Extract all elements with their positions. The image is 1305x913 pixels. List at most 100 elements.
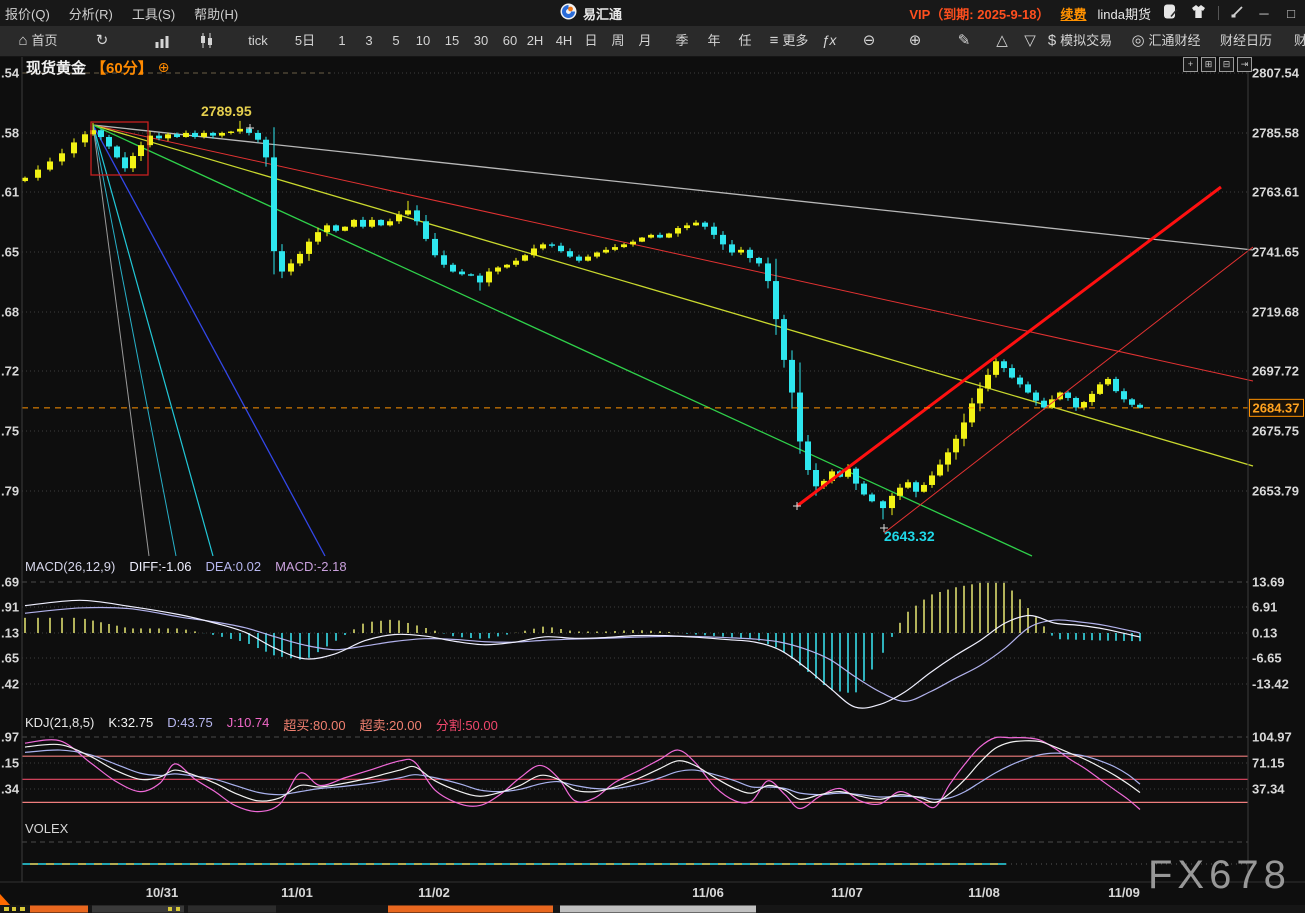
menu-analysis[interactable]: 分析(R) [69, 4, 113, 23]
toolbar-more[interactable]: ≡更多 [770, 26, 809, 55]
toolbar-period-month[interactable]: 月 [638, 26, 651, 55]
toolbar-calendar[interactable]: 财经日历 [1220, 26, 1272, 55]
period-week-label: 周 [611, 26, 624, 55]
theme-shirt-icon[interactable] [1190, 4, 1207, 22]
instrument-period[interactable]: 【60分】 [91, 57, 153, 78]
taskbar-segment[interactable] [560, 906, 756, 913]
period-30-label: 30 [474, 26, 488, 55]
svg-text:.58: .58 [1, 126, 19, 141]
toolbar-period-2h[interactable]: 2H [527, 26, 544, 55]
refresh-icon: ↻ [96, 26, 109, 55]
svg-text:.42: .42 [1, 677, 19, 692]
chart-canvas[interactable]: 2684.372807.54.542785.58.582763.61.61274… [0, 0, 1305, 913]
menu-bar: 报价(Q) 分析(R) 工具(S) 帮助(H) 易汇通 VIP（到期: 2025… [0, 0, 1305, 27]
taskbar-segment[interactable] [388, 906, 553, 913]
svg-text:13.69: 13.69 [1252, 575, 1285, 590]
svg-text:71.15: 71.15 [1252, 756, 1285, 771]
svg-text:.34: .34 [1, 782, 20, 797]
candle-chart-icon [199, 33, 215, 48]
svg-text:-13.42: -13.42 [1252, 677, 1289, 692]
toolbar-period-5[interactable]: 5 [392, 26, 399, 55]
toolbar-triangle-up[interactable]: △ [996, 26, 1008, 55]
gann-red [93, 125, 1253, 381]
svg-text:2785.58: 2785.58 [1252, 126, 1299, 141]
menu-tools[interactable]: 工具(S) [132, 4, 175, 23]
renew-link[interactable]: 续费 [1061, 4, 1087, 23]
toolbar-period-30[interactable]: 30 [474, 26, 488, 55]
instrument-name[interactable]: 现货黄金 [26, 57, 86, 78]
app-title-group: 易汇通 [560, 0, 622, 26]
toolbar-huitong-finance[interactable]: ◎汇通财经 [1131, 26, 1200, 55]
toolbar-fx-indicator[interactable]: ƒx [822, 26, 837, 55]
pan-icon[interactable]: + [1183, 57, 1198, 72]
toolbar-tick[interactable]: tick [248, 26, 268, 55]
toolbar-period-year[interactable]: 年 [707, 26, 720, 55]
toolbar-period-15[interactable]: 15 [445, 26, 459, 55]
toolbar-bar-chart[interactable] [155, 26, 170, 55]
period-5-label: 5 [392, 26, 399, 55]
svg-text:.13: .13 [1, 626, 19, 641]
kdj-panel: 104.97.9771.15.1537.34.34 [1, 730, 1292, 812]
toolbar-zoom-in[interactable]: ⊕ [909, 26, 922, 55]
taskbar-segment[interactable] [188, 906, 276, 913]
svg-text:104.97: 104.97 [1252, 730, 1292, 745]
fx678-watermark: FX678 [1148, 853, 1291, 898]
toolbar-period-week[interactable]: 周 [611, 26, 624, 55]
toolbar-candle-chart[interactable] [199, 26, 215, 55]
toolbar-triangle-down[interactable]: ▽ [1024, 26, 1036, 55]
taskbar-segment[interactable] [30, 906, 88, 913]
sim-trading-label: 模拟交易 [1060, 26, 1112, 55]
toolbar-period-custom[interactable]: 任 [738, 26, 751, 55]
svg-text:2697.72: 2697.72 [1252, 364, 1299, 379]
add-pane-icon[interactable]: ⊞ [1201, 57, 1216, 72]
toolbar-period-10[interactable]: 10 [416, 26, 430, 55]
toolbar-period-60[interactable]: 60 [503, 26, 517, 55]
toolbar-period-4h[interactable]: 4H [556, 26, 573, 55]
toolbar-sim-trading[interactable]: $模拟交易 [1048, 26, 1112, 55]
toolbar-refresh[interactable]: ↻ [96, 26, 109, 55]
menu-help[interactable]: 帮助(H) [194, 4, 238, 23]
volex-label[interactable]: VOLEX [25, 821, 68, 836]
account-name[interactable]: linda期货 [1098, 4, 1151, 23]
float-window-icon[interactable] [1230, 4, 1245, 22]
taskbar-notch [0, 894, 10, 905]
toolbar-period-day[interactable]: 日 [584, 26, 597, 55]
toolbar-period-3[interactable]: 3 [365, 26, 372, 55]
menu-quotes[interactable]: 报价(Q) [5, 4, 50, 23]
toolbar-draw[interactable]: ✎ [958, 26, 971, 55]
panel-borders [22, 57, 1248, 882]
triangle-down-icon: ▽ [1024, 26, 1036, 55]
kdj-params-row: KDJ(21,8,5) K:32.75 D:43.75 J:10.74 超买:8… [25, 715, 498, 734]
period-year-label: 年 [707, 26, 720, 55]
zoom-out-icon: ⊖ [863, 26, 876, 55]
toolbar-period-quarter[interactable]: 季 [675, 26, 688, 55]
svg-text:.61: .61 [1, 185, 19, 200]
svg-text:2675.75: 2675.75 [1252, 424, 1299, 439]
remove-pane-icon[interactable]: ⊟ [1219, 57, 1234, 72]
notes-icon[interactable] [1162, 3, 1179, 23]
bar-chart-icon [155, 34, 170, 48]
svg-text:.75: .75 [1, 424, 19, 439]
date-label: 11/06 [692, 885, 724, 900]
toolbar-period-1[interactable]: 1 [338, 26, 345, 55]
svg-text:6.91: 6.91 [1252, 600, 1277, 615]
toolbar-zoom-out[interactable]: ⊖ [863, 26, 876, 55]
toolbar-home[interactable]: ⌂首页 [18, 26, 57, 55]
kdj-j-value: J:10.74 [227, 715, 270, 734]
svg-text:.79: .79 [1, 484, 19, 499]
add-indicator-icon[interactable]: ⊕ [158, 59, 170, 76]
toolbar-period-5d[interactable]: 5日 [295, 26, 315, 55]
collapse-right-icon[interactable]: ⇥ [1237, 57, 1252, 72]
minimize-button[interactable]: ─ [1256, 6, 1272, 21]
pane-controls: +⊞⊟⇥ [1183, 57, 1252, 72]
period-4h-label: 4H [556, 26, 573, 55]
volex-panel [22, 842, 1248, 864]
svg-text:37.34: 37.34 [1252, 782, 1285, 797]
maximize-button[interactable]: □ [1283, 6, 1299, 21]
date-label: 11/09 [1108, 885, 1140, 900]
svg-text:.54: .54 [1, 66, 20, 81]
clipped-toolbar-item[interactable]: 财经号 [1294, 26, 1305, 56]
kdj-params-label[interactable]: KDJ(21,8,5) [25, 715, 94, 734]
fx-indicator-label: ƒx [822, 26, 837, 55]
macd-params-label[interactable]: MACD(26,12,9) [25, 559, 115, 574]
